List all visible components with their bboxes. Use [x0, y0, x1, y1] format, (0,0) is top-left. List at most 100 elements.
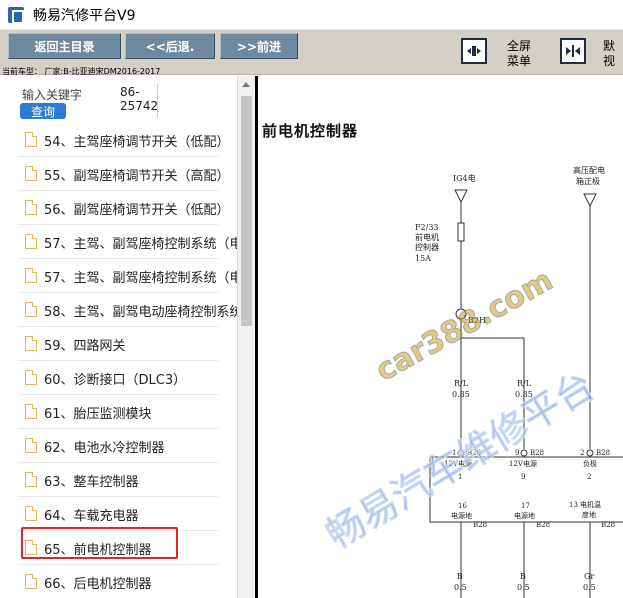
- forward-button[interactable]: >>前进: [220, 33, 298, 59]
- list-item-label: 59、四路网关: [44, 339, 126, 354]
- fullscreen-button[interactable]: [461, 38, 487, 64]
- list-item[interactable]: 55、副驾座椅调节开关（高配）: [0, 157, 237, 191]
- toolbar: 返回主目录 <<后退. >>前进 全屏 菜单 默 视 当前车型： 厂家:B-比亚…: [0, 30, 623, 76]
- search-code: 86-25742: [120, 85, 159, 113]
- wiring-diagram-graphic: [429, 189, 623, 598]
- pin13-number: 13: [569, 501, 578, 509]
- list-item-label: 55、副驾座椅调节开关（高配）: [44, 169, 230, 184]
- gnd1-color: B: [457, 572, 463, 581]
- list-item[interactable]: 58、主驾、副驾电动座椅控制系统: [0, 293, 237, 327]
- list-item-label: 57、主驾、副驾座椅控制系统（电: [44, 237, 237, 252]
- home-button[interactable]: 返回主目录: [8, 33, 121, 59]
- gnd1-gauge: 0.5: [454, 583, 467, 592]
- list-item[interactable]: 54、主驾座椅调节开关（低配）: [0, 123, 237, 157]
- search-button[interactable]: 查询: [20, 103, 66, 119]
- list-item-label: 56、副驾座椅调节开关（低配）: [44, 203, 230, 218]
- pin16-number: 16: [458, 502, 467, 510]
- list-item-label: 61、胎压监测模块: [44, 407, 152, 422]
- list-item[interactable]: 59、四路网关: [0, 327, 237, 361]
- list-item-label: 60、诊断接口（DLC3）: [44, 373, 187, 388]
- fuse-label-line4: 15A: [415, 254, 431, 263]
- pin13-name-line2: 度地: [582, 511, 596, 519]
- pin2-name: 负极: [583, 460, 597, 468]
- fullscreen-label-line1: 全屏: [506, 39, 531, 53]
- gnd2-gauge: 0.5: [517, 583, 530, 592]
- wire1-color-label: R/L: [454, 379, 469, 388]
- document-icon: [25, 574, 37, 589]
- list-item-label: 62、电池水冷控制器: [44, 441, 165, 456]
- gnd3-gauge: 0.5: [583, 583, 596, 592]
- scrollbar-thumb[interactable]: [241, 96, 252, 326]
- fullscreen-label-line2: 菜单: [506, 54, 531, 68]
- sidebar-scrollbar[interactable]: [237, 76, 255, 598]
- gnd2-color: B: [520, 572, 526, 581]
- document-icon: [25, 336, 37, 351]
- document-icon: [25, 200, 37, 215]
- document-icon: [25, 506, 37, 521]
- pin2-no: 2: [587, 473, 592, 481]
- list-item-label: 64、车载充电器: [44, 509, 139, 524]
- default-view-label-line1: 默: [603, 39, 616, 53]
- search-label: 输入关键字: [22, 88, 83, 102]
- document-icon: [25, 404, 37, 419]
- document-icon: [25, 132, 37, 147]
- list-item[interactable]: 62、电池水冷控制器: [0, 429, 237, 463]
- gnd3-color: Gr: [584, 572, 595, 581]
- wire2-color-label: R/L: [517, 379, 532, 388]
- fuse-label-line1: F2/33: [415, 223, 439, 232]
- fullscreen-label[interactable]: 全屏 菜单: [497, 39, 541, 69]
- document-icon: [25, 302, 37, 317]
- list-item[interactable]: 66、后电机控制器: [0, 565, 237, 598]
- pin2-connector: B28: [596, 449, 611, 457]
- window-title: 畅易汽修平台V9: [33, 7, 136, 24]
- default-view-label-line2: 视: [603, 54, 616, 68]
- document-icon: [25, 234, 37, 249]
- list-item[interactable]: 57、主驾、副驾座椅控制系统（电: [0, 259, 237, 293]
- hv-label-line1: 高压配电: [573, 166, 605, 175]
- pin2-number: 2: [580, 449, 585, 457]
- list-item[interactable]: 60、诊断接口（DLC3）: [0, 361, 237, 395]
- document-icon: [25, 438, 37, 453]
- wire2-gauge-label: 0.85: [515, 390, 533, 399]
- default-view-button[interactable]: [560, 38, 586, 64]
- search-divider: [157, 84, 158, 118]
- pin1-no: 1: [458, 473, 463, 481]
- document-icon: [25, 268, 37, 283]
- pin9-number: 9: [515, 449, 520, 457]
- pin1-name: 12V电源: [444, 460, 472, 468]
- back-button[interactable]: <<后退.: [125, 33, 215, 59]
- pin9-connector: B28: [530, 449, 545, 457]
- list-item-label: 57、主驾、副驾座椅控制系统（电: [44, 271, 237, 286]
- pin13-connector: B28: [601, 521, 616, 529]
- app-window: 畅易汽修平台V9 返回主目录 <<后退. >>前进 全屏 菜单 默 视 当前车型…: [0, 0, 623, 598]
- list-item-label: 66、后电机控制器: [44, 577, 152, 592]
- document-icon: [25, 472, 37, 487]
- list-item-label: 63、整车控制器: [44, 475, 139, 490]
- pin16-name: 电源地: [451, 512, 472, 520]
- list-item[interactable]: 61、胎压监测模块: [0, 395, 237, 429]
- pin17-number: 17: [521, 502, 530, 510]
- collapse-arrows-icon: [566, 45, 580, 57]
- pin9-name: 12V电源: [509, 460, 537, 468]
- pin16-connector: B28: [473, 521, 488, 529]
- sidebar: 输入关键字 86-25742 查询 54、主驾座椅调节开关（低配） 55、副驾座…: [0, 76, 237, 598]
- ig4-label: IG4电: [453, 174, 476, 183]
- hv-label-line2: 箱正极: [576, 177, 600, 186]
- list-item[interactable]: 64、车载充电器: [0, 497, 237, 531]
- list-item[interactable]: 56、副驾座椅调节开关（低配）: [0, 191, 237, 225]
- pin1-connector: B28: [467, 449, 482, 457]
- document-icon: [25, 370, 37, 385]
- default-view-label[interactable]: 默 视: [603, 39, 623, 69]
- pin9-no: 9: [521, 473, 526, 481]
- list-item[interactable]: 63、整车控制器: [0, 463, 237, 497]
- app-logo-icon: [8, 6, 24, 24]
- pin13-name-line1: 电机温: [580, 501, 601, 509]
- wiring-diagram-view: 前电机控制器 IG4电 高压配电 箱正极 F2/33 前电机 控制器 15A B…: [258, 76, 623, 598]
- list-item[interactable]: 57、主驾、副驾座椅控制系统（电: [0, 225, 237, 259]
- selection-highlight-box: [21, 527, 178, 559]
- pin17-connector: B28: [536, 521, 551, 529]
- scroll-up-arrow-icon[interactable]: [242, 82, 250, 87]
- list-item-label: 54、主驾座椅调节开关（低配）: [44, 135, 230, 150]
- document-icon: [25, 166, 37, 181]
- title-bar: 畅易汽修平台V9: [0, 0, 623, 30]
